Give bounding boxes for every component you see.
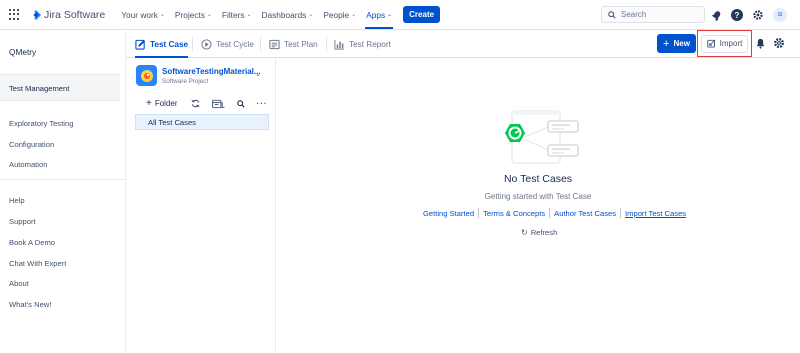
plus-icon: + (146, 98, 152, 109)
sidebar-item-label: Test Management (9, 84, 70, 93)
project-name: SoftwareTestingMaterial... (162, 66, 261, 76)
tab-test-cycle[interactable]: Test Cycle (201, 31, 254, 57)
nav-dashboards[interactable]: Dashboards ⌄ (262, 10, 314, 20)
tab-test-plan[interactable]: Test Plan (269, 31, 318, 57)
chevron-down-icon: ⌄ (351, 12, 357, 18)
new-button[interactable]: + New (657, 34, 696, 53)
search-icon[interactable] (236, 99, 245, 108)
search-placeholder: Search (621, 10, 647, 19)
link-divider (478, 208, 480, 218)
chevron-down-icon: ⌄ (387, 12, 393, 18)
help-icon[interactable]: ? (731, 9, 743, 21)
create-button[interactable]: Create (403, 6, 441, 23)
sidebar-item-about[interactable]: About (9, 279, 29, 288)
empty-state: No Test Cases Getting started with Test … (276, 58, 800, 353)
empty-state-subtitle: Getting started with Test Case (484, 192, 592, 201)
tab-divider (192, 37, 193, 51)
link-getting-started[interactable]: Getting Started (423, 209, 474, 218)
archive-icon[interactable] (211, 99, 225, 109)
settings-icon[interactable] (752, 9, 764, 21)
tab-divider (260, 37, 261, 51)
refresh-icon: ↻ (521, 228, 528, 237)
sidebar-item-automation[interactable]: Automation (9, 160, 47, 169)
link-divider (620, 208, 622, 218)
test-case-icon (135, 39, 146, 50)
jira-logo[interactable]: Jira Software (31, 9, 105, 21)
import-button[interactable]: Import (701, 34, 748, 53)
tab-test-case[interactable]: Test Case (135, 31, 189, 58)
sidebar-item-whats-new[interactable]: What's New! (9, 300, 51, 309)
search-input[interactable]: Search (601, 6, 705, 23)
chevron-down-icon: ⌄ (206, 12, 212, 18)
bell-icon[interactable] (756, 38, 765, 49)
top-navigation: Jira Software Your work ⌄ Projects ⌄ Filte… (0, 0, 800, 30)
sidebar-item-chat-with-expert[interactable]: Chat With Expert (9, 259, 66, 268)
tab-test-report[interactable]: Test Report (334, 31, 391, 57)
chevron-down-icon: ⌄ (159, 12, 165, 18)
link-terms-concepts[interactable]: Terms & Concepts (483, 209, 545, 218)
sidebar-item-book-a-demo[interactable]: Book A Demo (9, 238, 55, 247)
nav-people[interactable]: People ⌄ (323, 10, 356, 20)
sync-icon[interactable] (191, 99, 200, 108)
svg-text:?: ? (735, 11, 740, 20)
link-divider (549, 208, 551, 218)
nav-projects[interactable]: Projects ⌄ (175, 10, 212, 20)
avatar[interactable]: SI (773, 8, 787, 22)
chevron-down-icon: ⌄ (246, 12, 252, 18)
product-name: Jira Software (44, 8, 106, 21)
jira-logo-icon (33, 9, 41, 20)
sidebar-item-exploratory-testing[interactable]: Exploratory Testing (9, 119, 73, 128)
sidebar-item-help[interactable]: Help (9, 196, 25, 205)
project-type: Software Project (162, 77, 209, 85)
sidebar-item-test-management[interactable]: Test Management (0, 74, 120, 101)
empty-state-illustration (505, 110, 579, 164)
refresh-button[interactable]: ↻ Refresh (521, 228, 557, 237)
project-logo-icon (140, 69, 153, 82)
nav-filters[interactable]: Filters ⌄ (222, 10, 252, 20)
chevron-down-icon[interactable]: ⌄ (255, 70, 261, 78)
chevron-down-icon: ⌄ (308, 12, 314, 18)
app-switcher-icon[interactable] (9, 8, 21, 21)
folder-panel: SoftwareTestingMaterial... Software Proj… (126, 58, 276, 353)
import-icon (706, 39, 716, 48)
link-import-test-cases[interactable]: Import Test Cases (625, 209, 686, 218)
help-links: Getting Started Terms & Concepts Author … (423, 208, 686, 218)
settings-gear-icon[interactable] (773, 37, 785, 49)
test-cycle-icon (201, 38, 212, 50)
more-options-icon[interactable]: ··· (257, 99, 268, 108)
notifications-icon[interactable] (711, 10, 722, 21)
nav-your-work[interactable]: Your work ⌄ (121, 10, 165, 20)
project-avatar (136, 65, 157, 86)
add-folder-button[interactable]: + Folder (146, 98, 178, 109)
sidebar-divider (0, 179, 126, 180)
qmetry-sidebar: QMetry Test Management Exploratory Testi… (0, 31, 126, 353)
folder-toolbar: + Folder ··· (146, 98, 280, 109)
sidebar-item-configuration[interactable]: Configuration (9, 140, 54, 149)
empty-state-title: No Test Cases (503, 173, 573, 185)
sidebar-title: QMetry (9, 47, 37, 57)
sidebar-item-support[interactable]: Support (9, 217, 36, 226)
link-author-test-cases[interactable]: Author Test Cases (554, 209, 616, 218)
folder-all-test-cases[interactable]: All Test Cases (135, 114, 269, 130)
import-highlight-box: Import (697, 30, 752, 57)
plus-icon: + (663, 37, 670, 50)
test-report-icon (334, 39, 345, 50)
project-selector[interactable]: SoftwareTestingMaterial... Software Proj… (136, 65, 261, 86)
nav-apps[interactable]: Apps ⌄ (365, 10, 394, 29)
search-icon (608, 10, 616, 19)
test-plan-icon (269, 39, 280, 49)
tab-divider (326, 37, 327, 51)
